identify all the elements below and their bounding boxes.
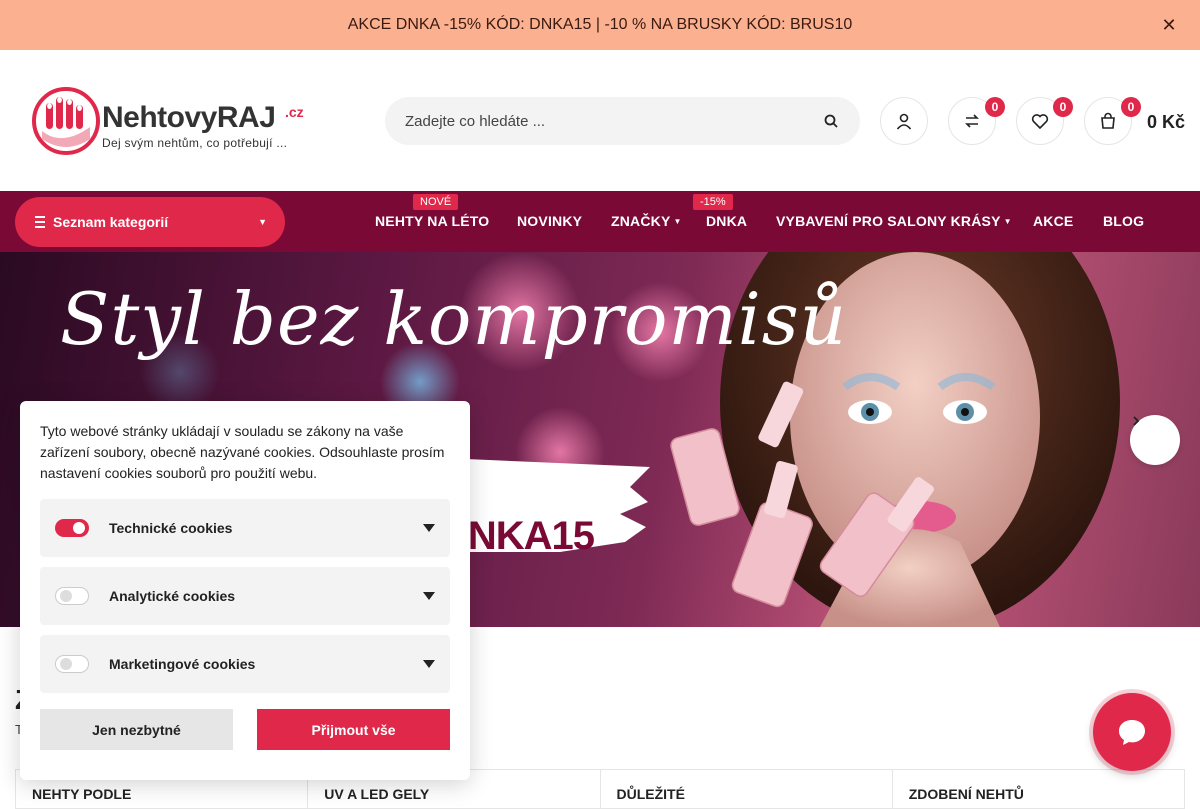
logo-text: NehtovyRAJ [102, 101, 276, 134]
chevron-down-icon[interactable] [423, 592, 435, 600]
categories-label: Seznam kategorií [53, 214, 169, 230]
compare-icon [965, 114, 979, 128]
promo-bar: AKCE DNKA -15% KÓD: DNKA15 | -10 % NA BR… [0, 0, 1200, 50]
marketing-cookies-toggle[interactable] [55, 655, 89, 673]
cookie-row-label: Marketingové cookies [109, 656, 256, 672]
cart-count-badge: 0 [1121, 97, 1141, 117]
chevron-down-icon[interactable] [423, 524, 435, 532]
search-bar [385, 97, 860, 145]
categories-button[interactable]: Seznam kategorií ▼ [15, 197, 285, 247]
header: NehtovyRAJ .cz Dej svým nehtům, co potře… [0, 50, 1200, 191]
chevron-down-icon: ▼ [673, 217, 682, 226]
nav-tag-new: NOVÉ [413, 194, 459, 210]
chevron-down-icon: ▼ [1003, 217, 1012, 226]
analytics-cookies-toggle[interactable] [55, 587, 89, 605]
cookie-row-label: Analytické cookies [109, 588, 236, 604]
accept-all-button[interactable]: Přijmout vše [257, 709, 450, 750]
cart-icon [1101, 112, 1115, 129]
close-icon[interactable]: ✕ [1158, 14, 1180, 36]
nav-item-news[interactable]: NOVINKY [517, 213, 582, 229]
necessary-only-button[interactable]: Jen nezbytné [40, 709, 233, 750]
technical-cookies-toggle[interactable] [55, 519, 89, 537]
compare-count-badge: 0 [985, 97, 1005, 117]
cookie-row-technical[interactable]: Technické cookies [40, 499, 450, 557]
cookie-consent-dialog: Tyto webové stránky ukládají v souladu s… [20, 401, 470, 780]
compare-button[interactable]: 0 [948, 97, 1005, 145]
cookie-row-label: Technické cookies [109, 520, 233, 536]
menu-icon [35, 216, 45, 228]
nav-tag-discount: -15% [693, 194, 733, 210]
logo-tagline: Dej svým nehtům, co potřebují ... [102, 136, 288, 150]
chat-button[interactable] [1093, 693, 1171, 771]
nav-item-dnka[interactable]: DNKA [706, 213, 747, 229]
wishlist-count-badge: 0 [1053, 97, 1073, 117]
main-nav: Seznam kategorií ▼ NOVÉ NEHTY NA LÉTO NO… [0, 191, 1200, 252]
category-tile[interactable]: DŮLEŽITÉ [601, 770, 893, 808]
chevron-right-icon [1133, 416, 1140, 426]
category-tile[interactable]: ZDOBENÍ NEHTŮ [893, 770, 1184, 808]
search-input[interactable] [405, 112, 822, 130]
user-icon [896, 113, 912, 130]
nav-item-summer-nails[interactable]: NEHTY NA LÉTO [375, 213, 489, 229]
cookie-row-marketing[interactable]: Marketingové cookies [40, 635, 450, 693]
nav-item-blog[interactable]: BLOG [1103, 213, 1144, 229]
cart-total[interactable]: 0 Kč [1147, 112, 1185, 133]
cart-button[interactable]: 0 [1084, 97, 1141, 145]
cookie-row-analytics[interactable]: Analytické cookies [40, 567, 450, 625]
logo[interactable]: NehtovyRAJ .cz Dej svým nehtům, co potře… [32, 87, 307, 157]
heart-icon [1031, 114, 1049, 130]
wishlist-button[interactable]: 0 [1016, 97, 1073, 145]
nav-item-sale[interactable]: AKCE [1033, 213, 1073, 229]
account-button[interactable] [880, 97, 928, 145]
logo-tld: .cz [285, 104, 304, 120]
nav-item-salon-equipment[interactable]: VYBAVENÍ PRO SALONY KRÁSY ▼ [776, 213, 1012, 229]
hero-title: Styl bez kompromisů [60, 277, 848, 361]
chevron-down-icon[interactable] [423, 660, 435, 668]
chat-icon [1119, 720, 1145, 745]
nav-item-brands[interactable]: ZNAČKY ▼ [611, 213, 682, 229]
hero-next-button[interactable] [1130, 415, 1180, 465]
promo-text: AKCE DNKA -15% KÓD: DNKA15 | -10 % NA BR… [347, 16, 853, 33]
chevron-down-icon: ▼ [258, 217, 267, 227]
cookie-text: Tyto webové stránky ukládají v souladu s… [40, 423, 445, 481]
hero-code-label: KÓD: [465, 474, 552, 512]
search-icon[interactable] [822, 112, 840, 130]
